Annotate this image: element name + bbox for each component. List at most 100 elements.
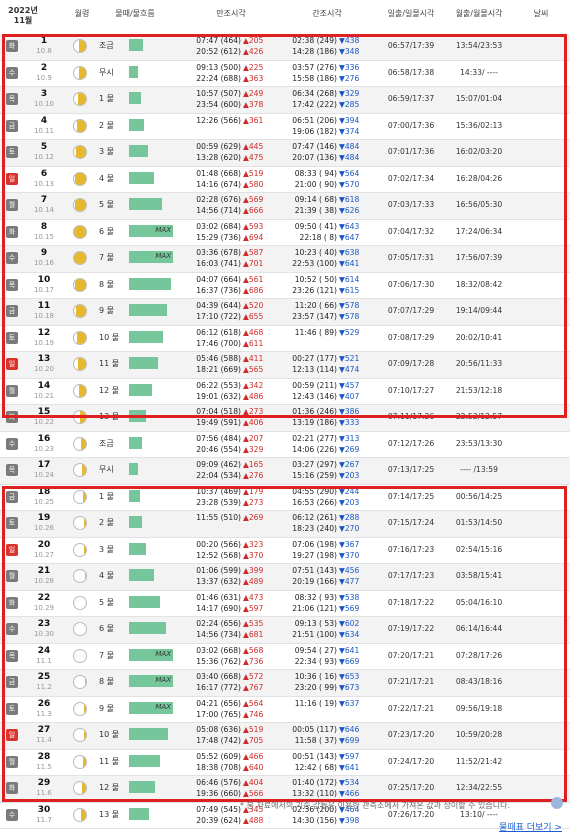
low-tide-1: 07:06 (198) [292,539,337,549]
high-tide-1: 04:07 (664) [196,274,241,284]
solar-date: 29 [37,778,51,788]
solar-date: 12 [37,327,51,338]
low-tide-1-diff: ▼313 [339,433,360,443]
solar-date: 2 [40,62,48,73]
low-tide-1: 08:32 ( 93) [294,592,337,602]
high-tide-1: 01:46 (631) [196,592,241,602]
table-row: 화 15 10.22 13 물 07:04 (518) ▲273 19:49 (591) ▲4… [0,405,570,432]
more-tide-link[interactable]: 물때표 더보기 > [499,820,562,833]
solar-date: 10 [37,274,51,285]
high-tide-1-diff: ▲572 [243,672,264,681]
weekday-badge: 월 [6,755,18,768]
moonrise-moonset: 15:36/02:13 [455,120,503,130]
table-row: 토 12 10.19 10 물 06:12 (618) ▲468 17:46 (700) ▲6… [0,326,570,352]
tide-strength-bar: MAX [129,251,173,263]
lunar-date: 11.6 [36,789,52,797]
tide-label: 9 물 [99,703,114,713]
lunar-date: 10.9 [36,73,52,82]
low-tide-2: 22:53 (100) [292,259,337,268]
tide-strength-bar [129,542,146,555]
high-tide-2: 20:52 (612) [196,47,241,56]
high-tide-2: 14:17 (690) [196,603,241,613]
tide-strength-bar [129,171,154,184]
moon-phase-icon [73,304,87,318]
high-tide-1: 03:36 (678) [196,248,241,257]
weekday-badge: 금 [6,305,18,317]
lunar-date: 10.13 [33,179,55,188]
high-tide-2: 15:29 (736) [196,232,241,242]
low-tide-1: 00:59 (211) [292,380,337,390]
table-row: 화 1 10.8 조금 07:47 (464) ▲205 20:52 (612) ▲426 02… [0,34,570,61]
sunrise-sunset: 06:59/17:37 [387,94,435,103]
moon-phase-icon [73,754,87,769]
weekday-badge: 목 [6,649,18,662]
weekday-badge: 수 [6,437,18,450]
high-tide-1-diff: ▲225 [243,62,264,72]
weekday-badge: 월 [6,570,18,582]
high-tide-2-diff: ▲406 [243,418,264,427]
weekday-badge: 목 [6,464,18,476]
low-tide-1-diff: ▼386 [339,407,360,416]
high-tide-1-diff: ▲593 [243,221,264,231]
sunrise-sunset: 07:17/17:23 [387,571,435,580]
moon-phase-icon [73,65,87,80]
weekday-badge: 화 [6,782,18,794]
high-tide-1-diff: ▲587 [243,248,264,257]
low-tide-1-diff: ▼602 [339,619,360,628]
high-tide-2: 20:39 (624) [196,815,241,825]
moonrise-moonset: 15:07/01:04 [455,94,503,103]
moon-phase-icon [73,171,87,186]
moonrise-moonset: 02:54/15:16 [455,544,503,554]
lunar-date: 11.2 [36,683,52,691]
tide-label: 1 물 [99,491,114,501]
solar-date: 5 [40,142,48,152]
header-low-tide: 간조시각 [312,9,342,18]
weekday-badge: 수 [6,252,18,264]
weekday-badge: 토 [6,702,18,715]
tide-strength-bar [129,277,171,290]
high-tide-1-diff: ▲468 [243,327,264,337]
moonrise-moonset: 07:28/17:26 [455,650,503,660]
low-tide-2: 13:32 (110) [292,789,337,798]
high-tide-1-diff: ▲520 [243,301,264,310]
low-tide-2-diff: ▼285 [339,100,360,109]
sunrise-sunset: 07:04/17:32 [387,226,435,236]
moonrise-moonset: 06:14/16:44 [455,624,503,633]
moonrise-moonset: 17:56/07:39 [455,253,503,262]
high-tide-2: 16:03 (741) [196,259,241,268]
lunar-date: 10.19 [33,338,55,347]
tide-strength-bar: MAX [129,648,173,661]
high-tide-2-diff: ▲736 [243,656,264,666]
sunrise-sunset: 07:07/17:29 [387,306,435,315]
tide-label: 무시 [99,67,114,77]
tide-label: 5 물 [99,200,114,209]
low-tide-2: 15:58 (186) [292,73,337,83]
lunar-date: 10.16 [33,259,55,267]
low-tide-1: 11:16 ( 19) [294,698,337,708]
moonrise-moonset: 19:14/09:44 [455,306,503,315]
low-tide-1-diff: ▼336 [339,62,360,72]
tide-strength-bar [129,463,138,475]
calendar-icon[interactable] [551,797,563,809]
table-row: 일 27 11.4 10 물 05:08 (636) ▲519 17:48 (742) ▲70… [0,723,570,750]
tide-strength-bar [129,383,152,396]
lunar-date: 10.25 [33,497,55,506]
sunrise-sunset: 07:19/17:22 [387,624,435,633]
lunar-date: 10.22 [33,418,55,426]
low-tide-1: 02:21 (277) [292,433,337,443]
low-tide-2: 16:53 (266) [292,497,337,507]
high-tide-1: 07:04 (518) [196,407,241,416]
header-moon-phase: 월령 [74,9,90,18]
high-tide-2-diff: ▲701 [243,259,264,268]
lunar-date: 11.3 [36,709,52,718]
high-tide-2: 13:28 (620) [196,153,241,162]
tide-label: 7 물 [99,253,114,262]
weekday-badge: 화 [6,596,18,609]
moon-phase-icon [73,39,87,53]
low-tide-2-diff: ▼203 [339,471,360,480]
header-tide: 물때/물흐름 [115,9,155,18]
low-tide-2-diff: ▼407 [339,391,360,401]
high-tide-2: 17:00 (765) [196,709,241,719]
low-tide-1-diff: ▼267 [339,460,360,469]
table-row: 화 8 10.15 6 물 MAX 03:02 (684) ▲593 15:29 (736) ▲… [0,220,570,246]
